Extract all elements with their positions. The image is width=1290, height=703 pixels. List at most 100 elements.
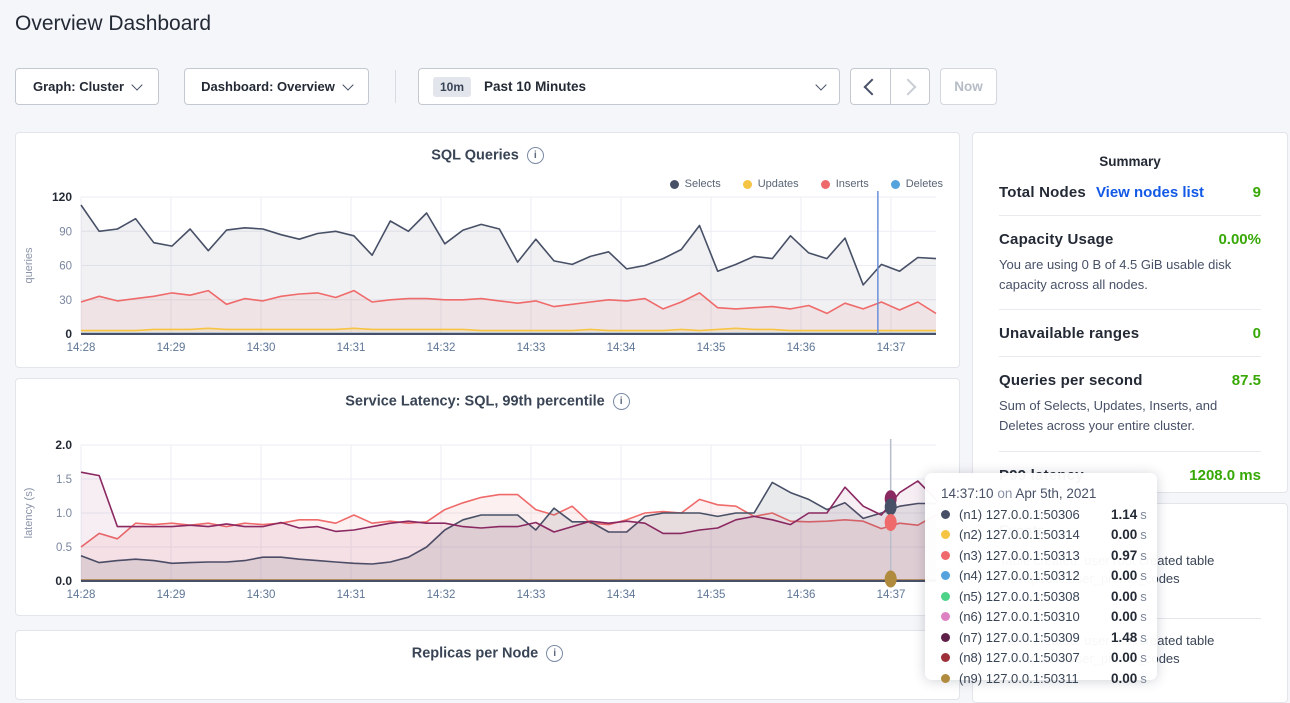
capacity-usage-description: You are using 0 B of 4.5 GiB usable disk…: [999, 255, 1261, 295]
chevron-down-icon: [342, 79, 353, 90]
p99-latency-value: 1208.0 ms: [1189, 467, 1261, 484]
tooltip-node-value: 0.00: [1111, 568, 1137, 583]
tooltip-node-label: (n7) 127.0.0.1:50309: [959, 630, 1105, 645]
svg-text:14:33: 14:33: [517, 342, 546, 354]
tooltip-node-label: (n6) 127.0.0.1:50310: [959, 609, 1105, 624]
tooltip-node-label: (n8) 127.0.0.1:50307: [959, 650, 1105, 665]
svg-text:60: 60: [59, 261, 72, 273]
tooltip-node-unit: s: [1140, 527, 1147, 542]
sql-queries-chart[interactable]: 14:2814:2914:3014:3114:3214:3314:3414:35…: [16, 133, 961, 369]
time-nav-group: [850, 68, 930, 105]
tooltip-node-label: (n2) 127.0.0.1:50314: [959, 527, 1105, 542]
tooltip-row: (n2) 127.0.0.1:503140.00s: [941, 527, 1141, 542]
tooltip-node-value: 0.00: [1111, 527, 1137, 542]
tooltip-node-unit: s: [1140, 650, 1147, 665]
summary-row-capacity-usage: Capacity Usage 0.00% You are using 0 B o…: [999, 216, 1261, 310]
summary-title: Summary: [999, 154, 1261, 169]
tooltip-row: (n7) 127.0.0.1:503091.48s: [941, 630, 1141, 645]
tooltip-timestamp: 14:37:10 on Apr 5th, 2021: [941, 486, 1141, 501]
summary-row-total-nodes: Total Nodes View nodes list 9: [999, 169, 1261, 216]
tooltip-node-value: 1.48: [1111, 630, 1137, 645]
svg-text:14:35: 14:35: [697, 342, 726, 354]
svg-text:14:31: 14:31: [337, 589, 366, 601]
svg-text:14:28: 14:28: [67, 342, 96, 354]
chevron-down-icon: [815, 79, 826, 90]
svg-text:30: 30: [59, 295, 72, 307]
tooltip-row: (n3) 127.0.0.1:503130.97s: [941, 548, 1141, 563]
svg-text:14:29: 14:29: [157, 589, 186, 601]
capacity-usage-value: 0.00%: [1218, 231, 1261, 248]
tooltip-row: (n8) 127.0.0.1:503070.00s: [941, 650, 1141, 665]
tooltip-node-value: 0.00: [1111, 609, 1137, 624]
node-color-dot-icon: [941, 592, 950, 601]
chevron-right-icon: [899, 78, 916, 95]
svg-text:14:35: 14:35: [697, 589, 726, 601]
node-color-dot-icon: [941, 653, 950, 662]
tooltip-on: on: [997, 486, 1012, 501]
svg-text:14:29: 14:29: [157, 342, 186, 354]
replicas-per-node-title: Replicas per Nodei: [16, 645, 959, 662]
summary-row-queries-per-second: Queries per second 87.5 Sum of Selects, …: [999, 357, 1261, 451]
tooltip-date: Apr 5th, 2021: [1015, 486, 1096, 501]
service-latency-chart[interactable]: 14:2814:2914:3014:3114:3214:3314:3414:35…: [16, 379, 961, 617]
node-color-dot-icon: [941, 551, 950, 560]
total-nodes-label: Total Nodes: [999, 184, 1086, 201]
dashboard-selector-label: Dashboard: Overview: [201, 79, 335, 94]
tooltip-node-unit: s: [1140, 589, 1147, 604]
node-color-dot-icon: [941, 612, 950, 621]
tooltip-node-label: (n3) 127.0.0.1:50313: [959, 548, 1105, 563]
node-color-dot-icon: [941, 571, 950, 580]
summary-row-unavailable-ranges: Unavailable ranges 0: [999, 310, 1261, 357]
svg-text:1.5: 1.5: [56, 474, 72, 486]
dashboard-selector-dropdown[interactable]: Dashboard: Overview: [184, 68, 369, 105]
svg-text:14:34: 14:34: [607, 342, 636, 354]
time-range-dropdown[interactable]: 10m Past 10 Minutes: [418, 68, 840, 105]
svg-text:0.5: 0.5: [56, 542, 72, 554]
svg-text:120: 120: [52, 190, 72, 204]
service-latency-card: Service Latency: SQL, 99th percentilei 1…: [15, 378, 960, 616]
tooltip-row: (n5) 127.0.0.1:503080.00s: [941, 589, 1141, 604]
svg-text:14:31: 14:31: [337, 342, 366, 354]
svg-text:queries: queries: [23, 247, 35, 284]
tooltip-node-label: (n4) 127.0.0.1:50312: [959, 568, 1105, 583]
chevron-down-icon: [131, 79, 142, 90]
svg-text:14:33: 14:33: [517, 589, 546, 601]
graph-selector-label: Graph: Cluster: [33, 79, 124, 94]
tooltip-row: (n1) 127.0.0.1:503061.14s: [941, 507, 1141, 522]
view-nodes-list-link[interactable]: View nodes list: [1096, 184, 1204, 201]
tooltip-node-rows: (n1) 127.0.0.1:503061.14s (n2) 127.0.0.1:…: [941, 507, 1141, 686]
tooltip-node-label: (n9) 127.0.0.1:50311: [959, 671, 1105, 686]
svg-text:14:34: 14:34: [607, 589, 636, 601]
node-color-dot-icon: [941, 530, 950, 539]
replicas-per-node-card: Replicas per Nodei: [15, 630, 960, 700]
tooltip-node-value: 0.00: [1111, 671, 1137, 686]
total-nodes-value: 9: [1253, 184, 1261, 201]
info-icon[interactable]: i: [546, 645, 563, 662]
time-next-button[interactable]: [891, 69, 930, 104]
chart-hover-tooltip: 14:37:10 on Apr 5th, 2021 (n1) 127.0.0.1…: [925, 473, 1157, 680]
graph-selector-dropdown[interactable]: Graph: Cluster: [15, 68, 159, 105]
svg-text:90: 90: [59, 226, 72, 238]
queries-per-second-description: Sum of Selects, Updates, Inserts, and De…: [999, 396, 1261, 436]
tooltip-node-unit: s: [1140, 630, 1147, 645]
svg-text:14:32: 14:32: [427, 589, 456, 601]
svg-text:2.0: 2.0: [55, 438, 72, 452]
time-window-label: Past 10 Minutes: [484, 79, 586, 94]
capacity-usage-label: Capacity Usage: [999, 231, 1114, 248]
svg-text:14:36: 14:36: [787, 589, 816, 601]
tooltip-node-label: (n1) 127.0.0.1:50306: [959, 507, 1105, 522]
tooltip-time: 14:37:10: [941, 486, 994, 501]
toolbar-divider: [395, 70, 396, 103]
time-window-badge: 10m: [433, 77, 471, 97]
now-button[interactable]: Now: [940, 68, 997, 105]
node-color-dot-icon: [941, 674, 950, 683]
tooltip-node-value: 0.97: [1111, 548, 1137, 563]
tooltip-node-value: 0.00: [1111, 650, 1137, 665]
tooltip-row: (n9) 127.0.0.1:503110.00s: [941, 671, 1141, 686]
sql-queries-card: SQL Queriesi SelectsUpdatesInsertsDelete…: [15, 132, 960, 368]
tooltip-node-value: 0.00: [1111, 589, 1137, 604]
svg-text:latency (s): latency (s): [23, 488, 35, 539]
time-prev-button[interactable]: [851, 69, 891, 104]
summary-panel: Summary Total Nodes View nodes list 9 Ca…: [972, 132, 1288, 493]
svg-text:1.0: 1.0: [56, 508, 72, 520]
